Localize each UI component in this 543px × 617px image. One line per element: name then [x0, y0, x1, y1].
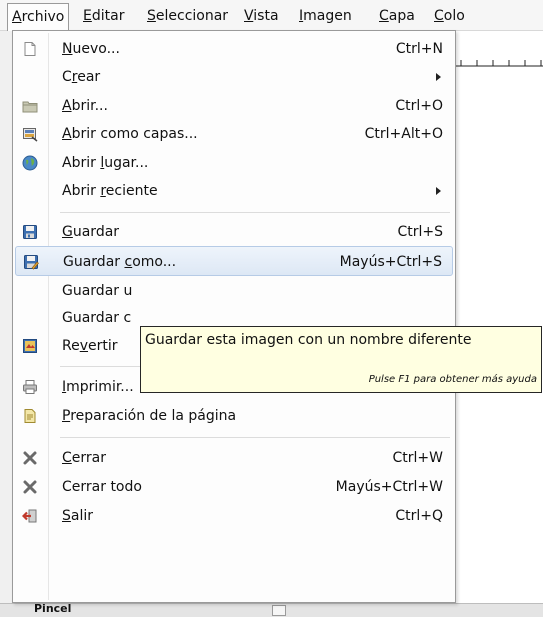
ruler: [455, 60, 543, 67]
close-icon: [23, 451, 37, 465]
close-all-icon: [23, 480, 37, 494]
menu-capa[interactable]: Capa: [375, 3, 419, 29]
shortcut: Ctrl+Q: [395, 508, 443, 524]
submenu-arrow-icon: [436, 187, 441, 195]
menu-item-guardar[interactable]: Guardar Ctrl+S: [15, 217, 453, 247]
menu-item-cerrar[interactable]: Cerrar Ctrl+W: [15, 443, 453, 473]
shortcut: Mayús+Ctrl+W: [335, 479, 443, 495]
menu-item-cerrar-todo[interactable]: Cerrar todo Mayús+Ctrl+W: [15, 472, 453, 502]
menu-item-guardar-como[interactable]: Guardar como... Mayús+Ctrl+S: [15, 246, 453, 276]
menu-vista[interactable]: Vista: [240, 3, 283, 29]
shortcut: Ctrl+O: [395, 98, 443, 114]
shortcut: Ctrl+S: [397, 224, 443, 240]
menu-item-crear[interactable]: Crear: [15, 62, 453, 92]
menu-seleccionar[interactable]: Seleccionar: [143, 3, 232, 29]
menu-item-preparacion-pagina[interactable]: Preparación de la página: [15, 401, 453, 431]
open-as-layers-icon: [23, 128, 38, 142]
menu-item-abrir-lugar[interactable]: Abrir lugar...: [15, 148, 453, 178]
menubar: Archivo Editar Seleccionar Vista Imagen …: [0, 0, 543, 31]
tooltip-text: Guardar esta imagen con un nombre difere…: [145, 332, 472, 348]
menu-item-nuevo[interactable]: Nuevo... Ctrl+N: [15, 34, 453, 64]
save-as-icon: [24, 255, 39, 270]
new-file-icon: [24, 42, 36, 56]
page-setup-icon: [24, 409, 36, 423]
brush-label: Pincel: [34, 602, 72, 615]
menu-item-abrir-reciente[interactable]: Abrir reciente: [15, 176, 453, 206]
menu-item-guardar-copia[interactable]: Guardar u: [15, 276, 453, 306]
menu-imagen[interactable]: Imagen: [295, 3, 356, 29]
quit-icon: [22, 509, 37, 523]
shortcut: Ctrl+Alt+O: [364, 126, 443, 142]
menu-item-abrir-como-capas[interactable]: Abrir como capas... Ctrl+Alt+O: [15, 119, 453, 149]
panel-button[interactable]: [272, 605, 286, 616]
save-icon: [23, 225, 37, 239]
globe-icon: [22, 155, 38, 171]
revert-icon: [23, 339, 37, 353]
shortcut: Mayús+Ctrl+S: [339, 254, 442, 270]
menu-colores[interactable]: Colo: [430, 3, 543, 29]
menu-editar[interactable]: Editar: [79, 3, 128, 29]
open-folder-icon: [22, 101, 38, 113]
printer-icon: [23, 380, 37, 394]
tooltip: Guardar esta imagen con un nombre difere…: [140, 326, 542, 393]
menu-item-abrir[interactable]: Abrir... Ctrl+O: [15, 91, 453, 121]
menu-separator: [60, 212, 450, 213]
archivo-menu: Nuevo... Ctrl+N Crear Abrir... Ctrl+O Ab…: [12, 30, 456, 603]
menu-item-salir[interactable]: Salir Ctrl+Q: [15, 501, 453, 531]
menu-archivo[interactable]: Archivo: [7, 3, 70, 31]
shortcut: Ctrl+N: [395, 41, 443, 57]
submenu-arrow-icon: [436, 73, 441, 81]
menu-separator: [60, 437, 450, 438]
image-canvas: [455, 30, 543, 616]
tooltip-help: Pulse F1 para obtener más ayuda: [368, 374, 537, 385]
shortcut: Ctrl+W: [392, 450, 443, 466]
